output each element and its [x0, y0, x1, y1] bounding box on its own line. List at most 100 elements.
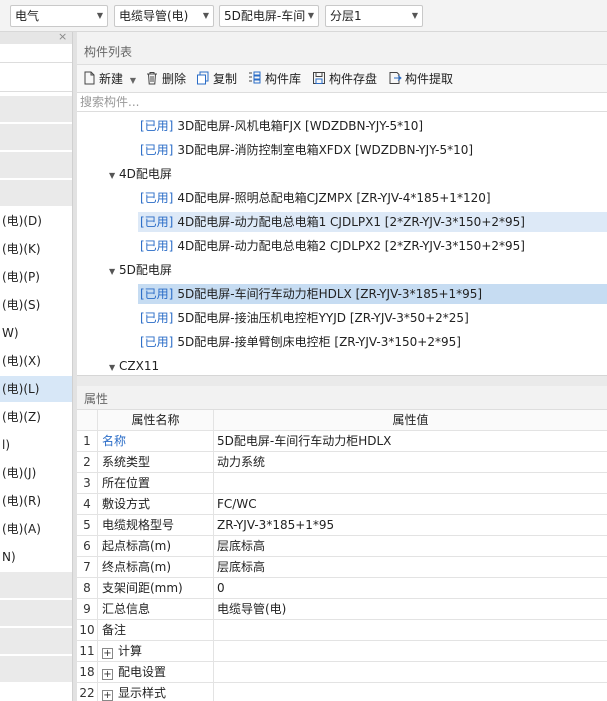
property-row[interactable]: 11 + 计算 — [77, 641, 607, 662]
new-button[interactable]: 新建 ▼ — [82, 69, 136, 89]
property-value[interactable]: 动力系统 — [214, 452, 265, 472]
left-panel-input[interactable] — [0, 62, 72, 92]
property-row-number: 8 — [83, 581, 91, 595]
left-list-item[interactable]: (电)(K) — [0, 236, 72, 262]
left-list-item[interactable] — [0, 656, 72, 682]
tree-item[interactable]: [已用] 5D配电屏-车间行车动力柜HDLX [ZR-YJV-3*185+1*95… — [138, 284, 607, 304]
property-value[interactable]: ZR-YJV-3*185+1*95 — [214, 515, 334, 535]
property-name: 支架间距(mm) — [97, 578, 214, 599]
property-row[interactable]: 6 起点标高(m) 层底标高 — [77, 536, 607, 557]
left-list-item[interactable] — [0, 124, 72, 150]
property-name-text: 备注 — [102, 623, 127, 637]
tree-item[interactable]: [已用] 3D配电屏-风机电箱FJX [WDZDBN-YJY-5*10] — [138, 116, 607, 136]
tree-item[interactable]: [已用] 4D配电屏-动力配电总电箱1 CJDLPX1 [2*ZR-YJV-3*1… — [138, 212, 607, 232]
close-icon[interactable]: × — [58, 32, 67, 43]
tree-item[interactable]: [已用] 4D配电屏-动力配电总电箱2 CJDLPX2 [2*ZR-YJV-3*1… — [138, 236, 607, 256]
expand-plus-icon[interactable]: + — [102, 648, 113, 659]
expand-plus-icon[interactable]: + — [102, 669, 113, 680]
left-list-item[interactable]: (电)(P) — [0, 264, 72, 290]
left-list-item[interactable]: (电)(D) — [0, 208, 72, 234]
component-search-input[interactable]: 搜索构件... — [77, 92, 607, 112]
left-list-item[interactable]: (电)(L) — [0, 376, 72, 402]
properties-panel: 属性 属性名称 属性值 1 名称 5D配电屏-车间行车动力柜HDLX 2 系统类型 动力系… — [77, 386, 607, 701]
chevron-down-icon[interactable]: ▼ — [130, 76, 136, 85]
property-row-number: 10 — [79, 623, 95, 637]
delete-button[interactable]: 删除 — [145, 69, 186, 89]
tree-item[interactable]: [已用] 5D配电屏-接单臂刨床电控柜 [ZR-YJV-3*150+2*95] — [138, 332, 607, 352]
used-tag: [已用] — [140, 215, 174, 229]
tree-group[interactable]: ▼ CZX11 — [107, 356, 159, 376]
horizontal-splitter[interactable] — [77, 375, 607, 386]
property-row[interactable]: 1 名称 5D配电屏-车间行车动力柜HDLX — [77, 431, 607, 452]
left-list-item[interactable]: (电)(J) — [0, 460, 72, 486]
property-value[interactable]: 5D配电屏-车间行车动力柜HDLX — [214, 431, 391, 451]
expand-caret-icon[interactable]: ▼ — [109, 166, 119, 186]
tree-item[interactable]: [已用] 4D配电屏-照明总配电箱CJZMPX [ZR-YJV-4*185+1*1… — [138, 188, 607, 208]
property-value[interactable]: 电缆导管(电) — [214, 599, 286, 619]
layer-select-value: 分层1 — [330, 9, 362, 23]
left-list-item[interactable]: W) — [0, 320, 72, 346]
property-row-number: 9 — [83, 602, 91, 616]
property-row[interactable]: 9 汇总信息 电缆导管(电) — [77, 599, 607, 620]
left-list-item[interactable]: (电)(Z) — [0, 404, 72, 430]
expand-caret-icon[interactable]: ▼ — [109, 262, 119, 282]
property-name-text: 名称 — [102, 434, 127, 448]
tree-item[interactable]: [已用] 3D配电屏-消防控制室电箱XFDX [WDZDBN-YJY-5*10] — [138, 140, 607, 160]
property-name-text: 显示样式 — [118, 686, 167, 700]
left-list-item[interactable] — [0, 628, 72, 654]
tree-item[interactable]: [已用] 5D配电屏-接油压机电控柜YYJD [ZR-YJV-3*50+2*25] — [138, 308, 607, 328]
left-list-item[interactable]: (电)(X) — [0, 348, 72, 374]
tree-group-label: 4D配电屏 — [119, 167, 172, 181]
left-list-item[interactable] — [0, 572, 72, 598]
component-save-button-label: 构件存盘 — [329, 72, 378, 86]
property-value[interactable]: 层底标高 — [214, 536, 265, 556]
save-icon — [313, 72, 325, 84]
left-list-item[interactable]: (电)(S) — [0, 292, 72, 318]
component-type-select[interactable]: 电缆导管(电) ▼ — [114, 5, 214, 27]
property-row[interactable]: 5 电缆规格型号 ZR-YJV-3*185+1*95 — [77, 515, 607, 536]
property-row[interactable]: 2 系统类型 动力系统 — [77, 452, 607, 473]
used-tag: [已用] — [140, 311, 174, 325]
copy-button[interactable]: 复制 — [196, 69, 237, 89]
category-select[interactable]: 电气 ▼ — [10, 5, 108, 27]
library-icon — [249, 71, 261, 84]
layer-select[interactable]: 分层1 ▼ — [325, 5, 423, 27]
component-save-button[interactable]: 构件存盘 — [312, 69, 377, 89]
property-row[interactable]: 18 + 配电设置 — [77, 662, 607, 683]
property-name-text: 配电设置 — [118, 665, 167, 679]
property-value[interactable]: 0 — [214, 578, 225, 598]
property-row[interactable]: 7 终点标高(m) 层底标高 — [77, 557, 607, 578]
tree-group[interactable]: ▼ 5D配电屏 — [107, 260, 172, 280]
expand-plus-icon[interactable]: + — [102, 690, 113, 701]
property-row-number: 11 — [79, 644, 95, 658]
property-row[interactable]: 10 备注 — [77, 620, 607, 641]
left-list-item[interactable] — [0, 96, 72, 122]
used-tag: [已用] — [140, 191, 174, 205]
left-list-item[interactable] — [0, 152, 72, 178]
property-row[interactable]: 8 支架间距(mm) 0 — [77, 578, 607, 599]
component-library-button[interactable]: 构件库 — [248, 69, 301, 89]
property-name-text: 支架间距(mm) — [102, 581, 183, 595]
property-row-number: 7 — [83, 560, 91, 574]
property-name-text: 电缆规格型号 — [102, 518, 175, 532]
left-list-item[interactable]: l) — [0, 432, 72, 458]
tree-item-label: 5D配电屏-车间行车动力柜HDLX [ZR-YJV-3*185+1*95] — [177, 287, 483, 301]
left-list-item[interactable]: N) — [0, 544, 72, 570]
component-extract-button[interactable]: 构件提取 — [388, 69, 453, 89]
property-value[interactable]: 层底标高 — [214, 557, 265, 577]
tree-group[interactable]: ▼ 4D配电屏 — [107, 164, 172, 184]
property-value-header: 属性值 — [392, 413, 429, 427]
component-select[interactable]: 5D配电屏-车间 ▼ — [219, 5, 319, 27]
property-row[interactable]: 4 敷设方式 FC/WC — [77, 494, 607, 515]
tree-item-label: 3D配电屏-风机电箱FJX [WDZDBN-YJY-5*10] — [177, 119, 424, 133]
left-list-item[interactable] — [0, 600, 72, 626]
left-list-item[interactable]: (电)(R) — [0, 488, 72, 514]
left-list-item[interactable] — [0, 180, 72, 206]
property-name: + 计算 — [97, 641, 214, 662]
used-tag: [已用] — [140, 119, 174, 133]
left-list-item[interactable]: (电)(A) — [0, 516, 72, 542]
property-row[interactable]: 22 + 显示样式 — [77, 683, 607, 701]
property-value[interactable]: FC/WC — [214, 494, 257, 514]
property-name: + 显示样式 — [97, 683, 214, 701]
property-row[interactable]: 3 所在位置 — [77, 473, 607, 494]
